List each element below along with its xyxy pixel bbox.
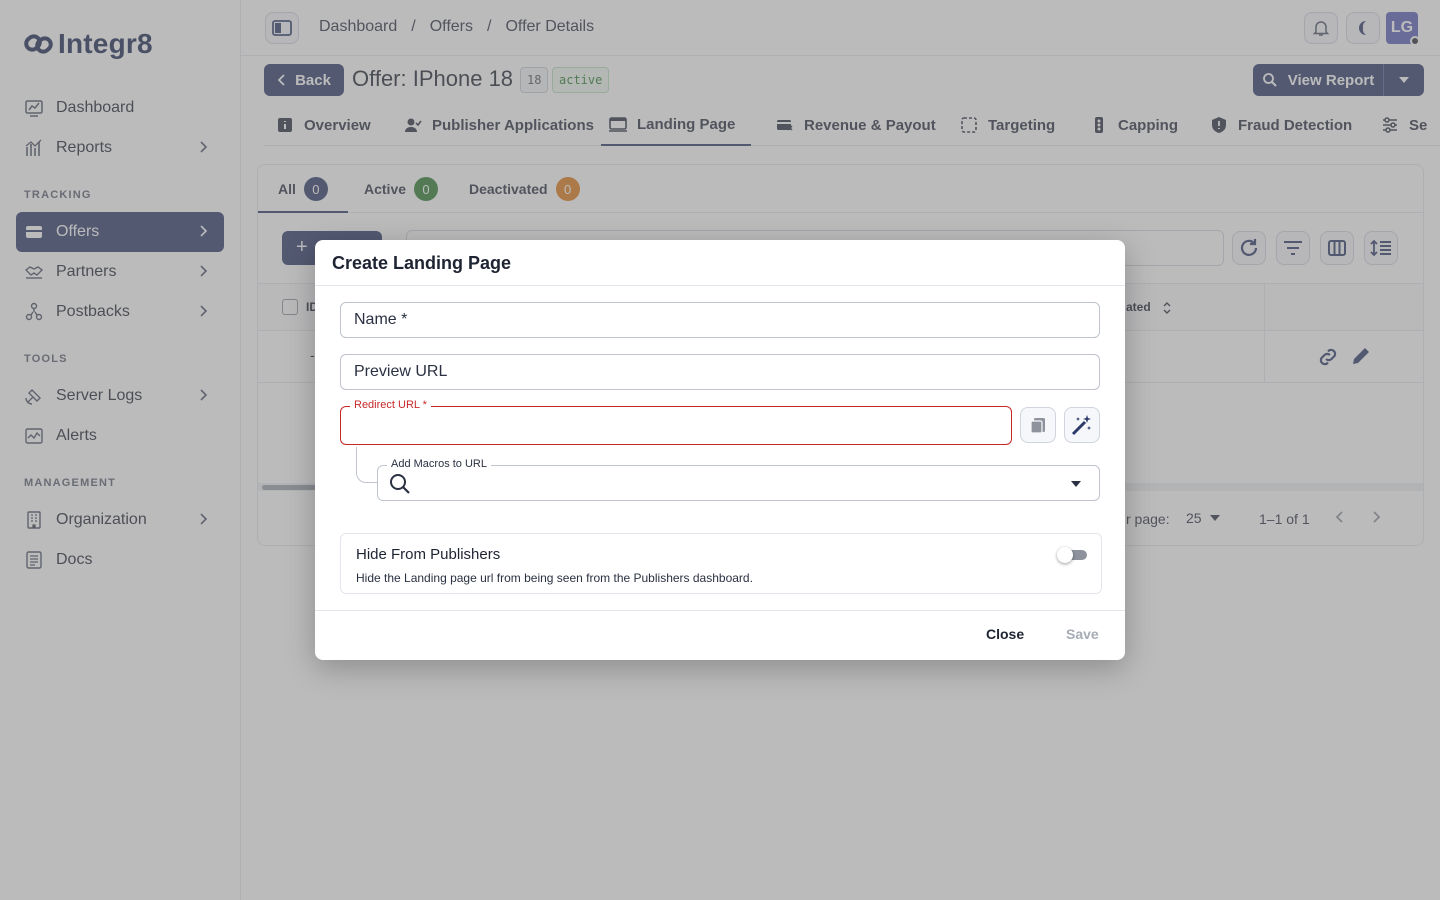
add-macros-select[interactable]: Add Macros to URL <box>377 458 1100 501</box>
dialog-title: Create Landing Page <box>332 253 512 273</box>
name-field[interactable]: Name * <box>340 302 1100 338</box>
caret-down-icon[interactable] <box>1071 481 1081 487</box>
preview-url-field[interactable]: Preview URL <box>340 354 1100 390</box>
redirect-url-label: Redirect URL * <box>350 399 431 411</box>
magic-wand-button[interactable] <box>1064 407 1100 443</box>
hide-from-publishers-title: Hide From Publishers <box>356 546 501 563</box>
magic-wand-icon <box>1071 415 1091 436</box>
copy-url-button[interactable] <box>1020 407 1056 443</box>
name-field-label: Name * <box>354 311 408 328</box>
divider <box>315 610 1125 611</box>
preview-url-label: Preview URL <box>354 363 448 380</box>
close-button[interactable]: Close <box>986 626 1024 642</box>
macro-connector-line <box>356 447 378 483</box>
toggle-knob <box>1057 547 1073 563</box>
search-icon <box>390 474 410 494</box>
redirect-url-field[interactable]: Redirect URL * <box>340 399 1012 445</box>
hide-from-publishers-setting: Hide From Publishers Hide the Landing pa… <box>340 533 1102 594</box>
save-button[interactable]: Save <box>1066 626 1099 642</box>
hide-from-publishers-description: Hide the Landing page url from being see… <box>356 571 753 585</box>
copy-icon <box>1030 418 1045 434</box>
divider <box>315 285 1125 286</box>
create-landing-page-dialog: Create Landing Page Name * Preview URL R… <box>315 240 1125 660</box>
hide-from-publishers-toggle[interactable] <box>1057 547 1087 563</box>
add-macros-label: Add Macros to URL <box>387 458 491 470</box>
